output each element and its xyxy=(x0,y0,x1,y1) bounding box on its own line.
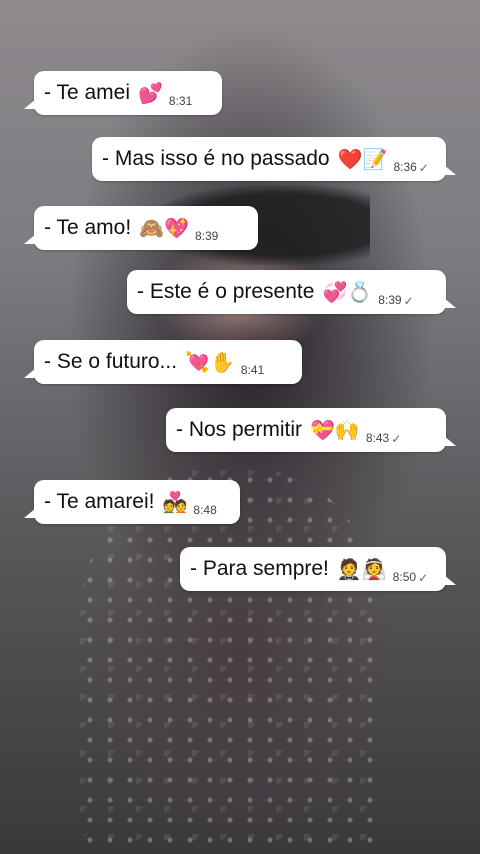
message-text: - Para sempre! xyxy=(190,557,329,580)
read-check-icon: ✓ xyxy=(418,161,429,175)
monkey-heart-emoji-icon: 🙈💖 xyxy=(139,216,189,240)
message-text: - Te amei xyxy=(44,81,130,104)
message-text: - Este é o presente xyxy=(137,280,315,303)
message-time: 8:50 xyxy=(392,570,417,584)
heart-emoji-icon: 💕 xyxy=(137,81,163,105)
message-text: - Mas isso é no passado xyxy=(102,147,330,170)
couple-emoji-icon: 💑 xyxy=(162,490,188,514)
chat-bubble-outgoing[interactable]: - Este é o presente 💞💍 8:39 ✓ xyxy=(127,270,456,314)
arrow-heart-hand-emoji-icon: 💘✋ xyxy=(185,350,235,374)
read-check-icon: ✓ xyxy=(418,571,429,585)
gift-heart-hands-emoji-icon: 💝🙌 xyxy=(310,418,360,442)
chat-bubble-incoming[interactable]: - Se o futuro... 💘✋ 8:41 xyxy=(24,340,302,384)
message-time: 8:36 xyxy=(393,160,417,174)
message-text: - Te amarei! xyxy=(44,490,155,513)
message-time: 8:41 xyxy=(240,363,265,377)
chat-bubble-outgoing[interactable]: - Mas isso é no passado ❤️📝 8:36 ✓ xyxy=(92,137,456,181)
read-check-icon: ✓ xyxy=(391,432,402,446)
hearts-ring-emoji-icon: 💞💍 xyxy=(322,280,373,304)
chat-bubble-incoming[interactable]: - Te amarei! 💑 8:48 xyxy=(24,480,240,524)
chat-bubble-outgoing[interactable]: - Para sempre! 🤵👰 8:50 ✓ xyxy=(180,547,456,591)
chat-bubble-outgoing[interactable]: - Nos permitir 💝🙌 8:43 ✓ xyxy=(166,408,456,452)
read-check-icon: ✓ xyxy=(403,294,414,308)
message-text: - Nos permitir xyxy=(176,418,303,441)
lace-texture xyxy=(80,470,380,854)
groom-bride-emoji-icon: 🤵👰 xyxy=(336,557,387,581)
message-time: 8:39 xyxy=(378,293,402,307)
message-text: - Te amo! xyxy=(44,216,132,239)
message-time: 8:43 xyxy=(365,431,390,445)
chat-bubble-incoming[interactable]: - Te amo! 🙈💖 8:39 xyxy=(24,206,258,250)
message-time: 8:31 xyxy=(168,94,193,108)
message-text: - Se o futuro... xyxy=(44,350,178,373)
message-time: 8:48 xyxy=(193,503,217,517)
heart-memo-emoji-icon: ❤️📝 xyxy=(337,147,388,171)
message-time: 8:39 xyxy=(194,229,219,243)
chat-bubble-incoming[interactable]: - Te amei 💕 8:31 xyxy=(24,71,222,115)
